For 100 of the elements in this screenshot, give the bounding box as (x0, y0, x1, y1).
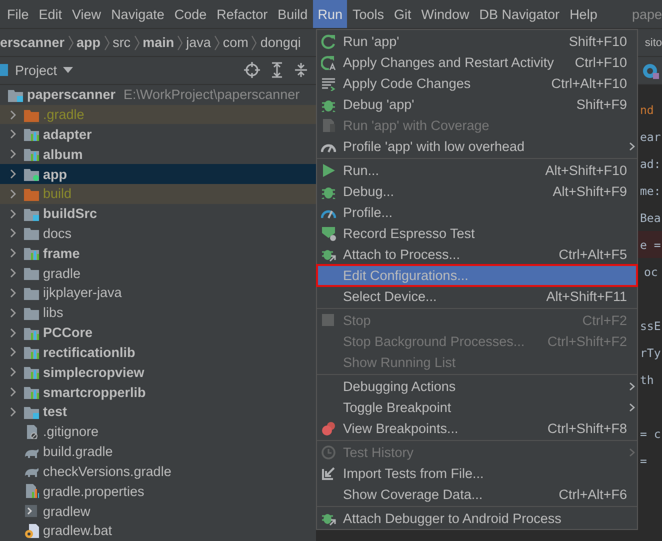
chevron-right-icon[interactable] (8, 268, 18, 278)
chevron-right-icon[interactable] (8, 367, 18, 378)
chevron-icon (251, 34, 258, 50)
menu-item[interactable]: Toggle Breakpoint (317, 397, 637, 418)
tree-item[interactable]: PCCore (0, 322, 316, 343)
tree-item[interactable]: gradle.properties (0, 481, 316, 502)
menu-bar-item[interactable]: DB Navigator (474, 0, 565, 28)
import-icon (321, 466, 336, 481)
item-label: buildSrc (43, 206, 98, 222)
tree-item[interactable]: frame (0, 243, 316, 264)
tree-item[interactable]: libs (0, 302, 316, 323)
breadcrumb-item[interactable]: src (112, 35, 131, 50)
menu-item[interactable]: Run... Alt+Shift+F10 (317, 160, 637, 181)
chevron-right-icon[interactable] (8, 169, 18, 179)
tree-item[interactable]: gradle (0, 263, 316, 284)
menu-item-label: Profile... (343, 205, 393, 220)
menu-item[interactable]: Run 'app' Shift+F10 (317, 31, 637, 52)
menu-bar-item[interactable]: Code (169, 0, 212, 28)
tree-item[interactable]: gradlew (0, 501, 316, 521)
tree-item[interactable]: gradlew.bat (0, 521, 316, 541)
breadcrumb-item[interactable]: erscanner (0, 35, 65, 50)
tree-item[interactable]: ijkplayer-java (0, 283, 316, 303)
code-text: nd (640, 102, 654, 116)
item-label: gradle.properties (43, 484, 144, 499)
chevron-right-icon[interactable] (8, 208, 18, 219)
breadcrumb-item[interactable]: sito (644, 36, 662, 48)
code-text: me: (640, 184, 661, 198)
menu-bar-item[interactable]: File (2, 0, 34, 28)
rerun-icon (321, 55, 336, 70)
menu-item[interactable]: Profile 'app' with low overhead (317, 136, 637, 157)
item-label: .gradle (43, 107, 84, 122)
chevron-right-icon[interactable] (8, 228, 18, 238)
menu-bar-item[interactable]: Edit (34, 0, 68, 28)
shortcut-label: Ctrl+Alt+F10 (551, 76, 627, 91)
menu-item[interactable]: Profile... (317, 202, 637, 223)
shortcut-label: Ctrl+F2 (582, 313, 627, 328)
tree-item[interactable]: app (0, 164, 316, 184)
menu-item[interactable]: Debugging Actions (317, 376, 637, 397)
collapse-all-icon[interactable] (294, 62, 308, 78)
lines-icon (321, 76, 336, 91)
menu-item[interactable]: Attach Debugger to Android Process (317, 508, 637, 529)
breadcrumb-item[interactable]: java (186, 35, 211, 50)
tree-item[interactable]: simplecropview (0, 362, 316, 382)
chevron-right-icon[interactable] (8, 110, 18, 120)
menu-bar-item[interactable]: Help (564, 0, 602, 28)
expand-all-icon[interactable] (270, 62, 284, 78)
tree-item[interactable]: buildSrc (0, 204, 316, 224)
item-label: frame (43, 246, 80, 261)
shortcut-label: Ctrl+Alt+F6 (558, 487, 627, 502)
chevron-right-icon[interactable] (8, 308, 18, 318)
chevron-right-icon[interactable] (8, 387, 18, 398)
chevron-right-icon[interactable] (8, 149, 18, 160)
menu-bar-item[interactable]: Window (416, 0, 474, 28)
menu-item[interactable]: Apply Changes and Restart Activity Ctrl+F10 (317, 52, 637, 73)
menu-item[interactable]: Record Espresso Test (317, 223, 637, 244)
tree-item[interactable]: .gitignore (0, 422, 316, 442)
module-folder-icon (24, 147, 39, 162)
tree-item[interactable]: test (0, 402, 316, 422)
menu-item[interactable]: View Breakpoints... Ctrl+Shift+F8 (317, 418, 637, 439)
chevron-right-icon[interactable] (8, 328, 18, 338)
menu-item[interactable]: Debug... Alt+Shift+F9 (317, 181, 637, 202)
menu-bar-item[interactable]: Build (272, 0, 313, 28)
dropdown-caret-icon[interactable] (63, 67, 74, 74)
folder-icon (24, 286, 39, 300)
tree-item[interactable]: build.gradle (0, 442, 316, 462)
menu-item[interactable]: Debug 'app' Shift+F9 (317, 94, 637, 115)
menu-bar-item[interactable]: Refactor (212, 0, 273, 28)
menu-item[interactable]: Attach to Process... Ctrl+Alt+F5 (317, 244, 637, 265)
tree-item[interactable]: paperscanner E:\WorkProject\paperscanner (0, 84, 316, 105)
item-label: PCCore (43, 325, 93, 340)
tree-item[interactable]: smartcropperlib (0, 382, 316, 402)
item-label: checkVersions.gradle (43, 464, 172, 479)
breadcrumb-item[interactable]: com (222, 35, 248, 50)
tree-item[interactable]: album (0, 144, 316, 164)
chevron-right-icon[interactable] (8, 406, 18, 417)
tree-item[interactable]: adapter (0, 124, 316, 144)
menu-bar-item[interactable]: Tools (347, 0, 389, 28)
chevron-right-icon[interactable] (8, 347, 18, 358)
menu-bar-item[interactable]: Navigate (106, 0, 170, 28)
tree-item[interactable]: docs (0, 224, 316, 244)
chevron-right-icon[interactable] (8, 188, 18, 199)
chevron-right-icon[interactable] (8, 288, 18, 298)
menu-bar-item[interactable]: Run (312, 0, 348, 28)
breadcrumb-item[interactable]: dongqi (260, 35, 301, 50)
menu-item[interactable]: Show Coverage Data... Ctrl+Alt+F6 (317, 484, 637, 505)
menu-item[interactable]: Select Device... Alt+Shift+F11 (317, 286, 637, 307)
menu-item[interactable]: Import Tests from File... (317, 463, 637, 484)
locate-icon[interactable] (244, 62, 260, 78)
chevron-right-icon[interactable] (8, 129, 18, 140)
breadcrumb-item[interactable]: main (142, 35, 174, 50)
menu-item[interactable]: Apply Code Changes Ctrl+Alt+F10 (317, 73, 637, 94)
chevron-right-icon[interactable] (8, 248, 18, 258)
class-icon[interactable] (643, 62, 659, 78)
menu-bar-item[interactable]: View (67, 0, 106, 28)
panel-icon (0, 63, 9, 78)
menu-item-label: Attach to Process... (343, 247, 460, 262)
tree-item[interactable]: checkVersions.gradle (0, 462, 316, 482)
menu-bar-item[interactable]: Git (388, 0, 416, 28)
breadcrumb-item[interactable]: app (76, 35, 101, 50)
tree-item[interactable]: rectificationlib (0, 342, 316, 362)
